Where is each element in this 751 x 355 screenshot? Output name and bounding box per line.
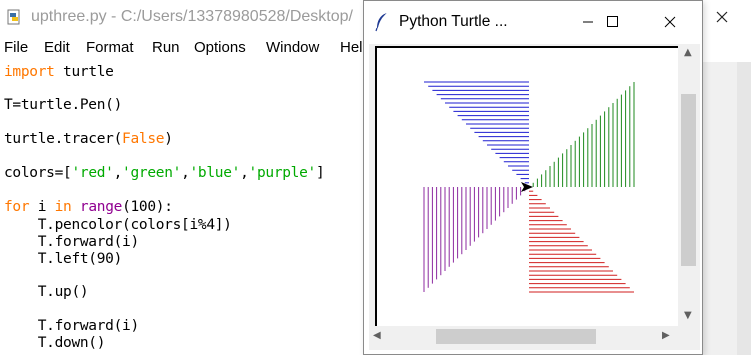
turtle-titlebar[interactable]: Python Turtle ...: [364, 1, 702, 43]
vertical-scroll-thumb[interactable]: [681, 94, 696, 266]
turtle-window-title: Python Turtle ...: [399, 13, 508, 30]
code-line-8: T.left(90): [4, 251, 123, 267]
code-line-10: T.forward(i): [4, 318, 139, 334]
code-line-11: T.down(): [4, 335, 106, 351]
code-line-4: colors=['red','green','blue','purple']: [4, 165, 325, 181]
horizontal-scroll-thumb[interactable]: [436, 329, 596, 344]
scroll-left-arrow-icon[interactable]: ◀: [373, 330, 381, 341]
idle-close-icon[interactable]: [708, 3, 736, 31]
turtle-canvas-frame: ▲ ▼ ◀ ▶: [369, 44, 700, 350]
feather-icon: [375, 12, 388, 32]
horizontal-scrollbar[interactable]: ◀ ▶: [369, 327, 679, 346]
menu-window[interactable]: Window: [266, 39, 319, 56]
menu-file[interactable]: File: [4, 39, 28, 56]
scroll-down-arrow-icon[interactable]: ▼: [684, 310, 692, 321]
code-line-7: T.forward(i): [4, 234, 139, 250]
turtle-cursor-icon: [521, 182, 533, 192]
menu-help[interactable]: Hel: [340, 39, 363, 56]
scroll-right-arrow-icon[interactable]: ▶: [662, 330, 670, 341]
turtle-drawing: [423, 81, 635, 293]
idle-window-title: upthree.py - C:/Users/13378980528/Deskto…: [31, 8, 353, 25]
turtle-canvas[interactable]: [375, 46, 678, 326]
vertical-scrollbar[interactable]: ▲ ▼: [679, 44, 698, 327]
maximize-icon[interactable]: [590, 7, 634, 37]
code-line-6: T.pencolor(colors[i%4]): [4, 217, 232, 233]
idle-vertical-scrollbar[interactable]: [737, 62, 751, 355]
scroll-up-arrow-icon[interactable]: ▲: [684, 47, 692, 58]
code-line-5: for i in range(100):: [4, 199, 173, 215]
menu-options[interactable]: Options: [194, 39, 246, 56]
turtle-graphics-window: Python Turtle ... ▲ ▼ ◀ ▶: [363, 0, 703, 355]
python-file-icon: [7, 9, 20, 25]
code-line-1: import turtle: [4, 64, 114, 80]
code-line-2: T=turtle.Pen(): [4, 97, 123, 113]
menu-format[interactable]: Format: [86, 39, 134, 56]
menu-edit[interactable]: Edit: [44, 39, 70, 56]
close-icon[interactable]: [648, 7, 692, 37]
code-line-9: T.up(): [4, 284, 89, 300]
code-line-3: turtle.tracer(False): [4, 131, 173, 147]
menu-run[interactable]: Run: [152, 39, 180, 56]
